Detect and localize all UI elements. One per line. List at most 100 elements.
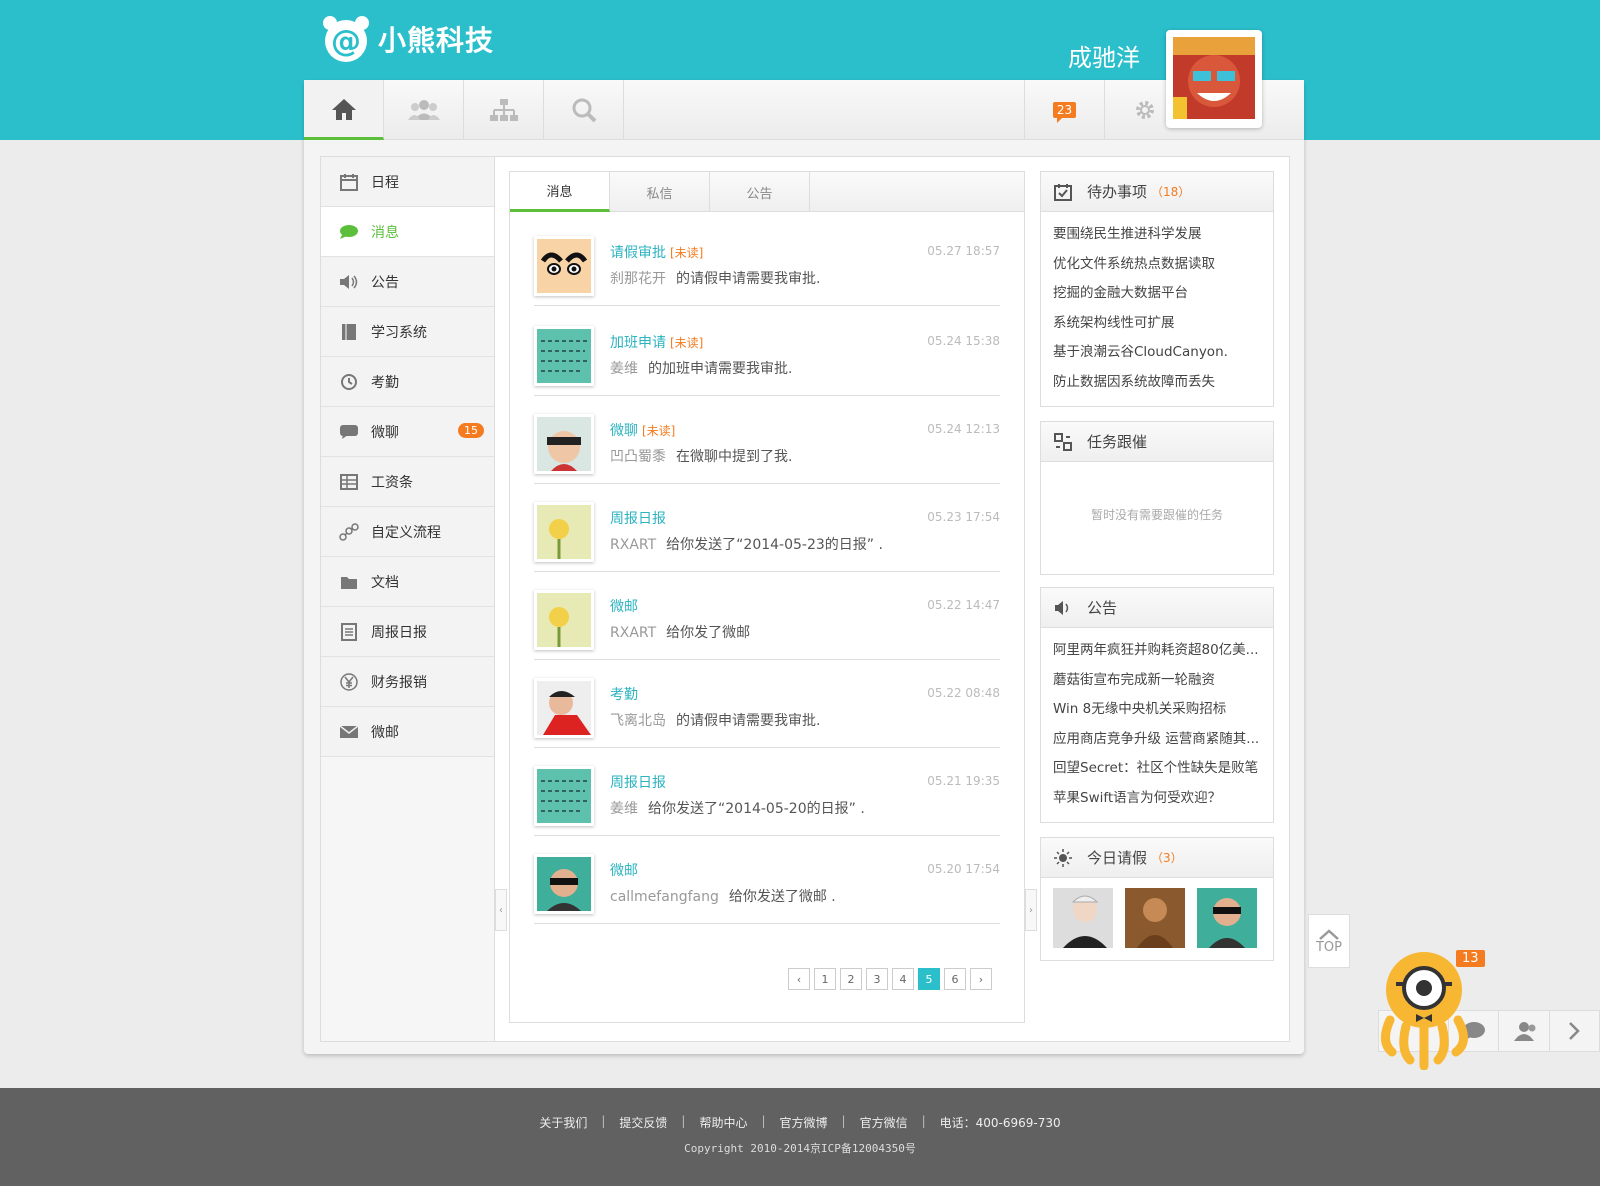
octopus-mascot[interactable] [1376, 950, 1476, 1071]
collapse-left-arrow[interactable]: ‹ [495, 889, 507, 931]
sidebar-item-attendance[interactable]: 考勤 [321, 357, 494, 407]
notice-item[interactable]: 回望Secret：社区个性缺失是败笔 [1053, 754, 1261, 784]
list-item[interactable]: 考勤 05.22 08:48 飞离北岛 的请假申请需要我审批. [534, 658, 1000, 748]
sidebar-item-notice[interactable]: 公告 [321, 257, 494, 307]
sidebar-item-workflow[interactable]: 自定义流程 [321, 507, 494, 557]
footer-link-feedback[interactable]: 提交反馈 [619, 1114, 667, 1131]
list-item[interactable]: 周报日报 05.21 19:35 姜维 给你发送了“2014-05-20的日报” … [534, 746, 1000, 836]
page-button[interactable]: 4 [892, 968, 914, 990]
message-title[interactable]: 微聊 [未读] [610, 420, 675, 440]
sidebar-item-documents[interactable]: 文档 [321, 557, 494, 607]
notice-item[interactable]: 阿里两年疯狂并购耗资超80亿美... [1053, 636, 1261, 666]
todo-item[interactable]: 挖掘的金融大数据平台 [1053, 279, 1261, 309]
list-item[interactable]: 周报日报 05.23 17:54 RXART 给你发送了“2014-05-23的日… [534, 482, 1000, 572]
message-title[interactable]: 考勤 [610, 684, 642, 704]
message-sender[interactable]: 凹凸蜀黍 [610, 449, 666, 465]
message-sender[interactable]: 飞离北岛 [610, 713, 666, 729]
footer-link-help[interactable]: 帮助中心 [699, 1114, 747, 1131]
notice-item[interactable]: 蘑菇街宣布完成新一轮融资 [1053, 666, 1261, 696]
footer-link-wechat[interactable]: 官方微信 [860, 1114, 908, 1131]
nav-people[interactable] [384, 80, 464, 140]
list-item[interactable]: 微邮 05.22 14:47 RXART 给你发了微邮 [534, 570, 1000, 660]
avatar[interactable] [1125, 888, 1185, 948]
sidebar-item-chat[interactable]: 微聊 15 [321, 407, 494, 457]
page-button[interactable]: 6 [944, 968, 966, 990]
message-sender[interactable]: 刹那花开 [610, 271, 666, 287]
sidebar-item-label: 工资条 [371, 474, 413, 491]
float-contacts-button[interactable] [1498, 1011, 1548, 1051]
message-feed: 消息 私信 公告 请假审批 [未读] 05.27 18:57 刹那花开 的请假申请需… [509, 171, 1025, 1023]
list-item[interactable]: 微邮 05.20 17:54 callmefangfang 给你发送了微邮 . [534, 834, 1000, 924]
brand-logo[interactable]: @ 小熊科技 [322, 14, 494, 64]
report-icon [339, 622, 359, 642]
sidebar-item-reports[interactable]: 周报日报 [321, 607, 494, 657]
message-title-text: 请假审批 [610, 245, 666, 261]
list-item[interactable]: 加班申请 [未读] 05.24 15:38 姜维 的加班申请需要我审批. [534, 306, 1000, 396]
sidebar-item-learning[interactable]: 学习系统 [321, 307, 494, 357]
sidebar-item-label: 公告 [371, 274, 399, 291]
collapse-right-arrow[interactable]: › [1025, 889, 1037, 931]
message-sender[interactable]: callmefangfang [610, 889, 719, 905]
sidebar-item-expense[interactable]: 财务报销 [321, 657, 494, 707]
message-time: 05.24 15:38 [927, 334, 1000, 348]
todo-title: 待办事项 [1087, 183, 1148, 201]
message-title[interactable]: 请假审批 [未读] [610, 242, 703, 262]
page-button[interactable]: 3 [866, 968, 888, 990]
message-time: 05.24 12:13 [927, 422, 1000, 436]
sidebar-item-schedule[interactable]: 日程 [321, 157, 494, 207]
sidebar-item-label: 日程 [371, 174, 399, 191]
todo-item[interactable]: 优化文件系统热点数据读取 [1053, 250, 1261, 280]
nav-home[interactable] [304, 80, 384, 140]
avatar[interactable] [1197, 888, 1257, 948]
back-to-top-button[interactable]: TOP [1308, 914, 1350, 968]
message-title[interactable]: 周报日报 [610, 508, 670, 528]
sidebar-item-label: 自定义流程 [371, 524, 441, 541]
nav-org[interactable] [464, 80, 544, 140]
search-icon [572, 98, 596, 123]
tab-messages[interactable]: 消息 [510, 172, 610, 212]
nav-search[interactable] [544, 80, 624, 140]
table-icon [339, 472, 359, 492]
todo-item[interactable]: 要围绕民生推进科学发展 [1053, 220, 1261, 250]
message-title[interactable]: 微邮 [610, 860, 642, 880]
copyright: Copyright 2010-2014京ICP备12004350号 [684, 1142, 916, 1155]
nav-messages[interactable]: 23 [1024, 80, 1104, 140]
avatar[interactable] [1053, 888, 1113, 948]
notice-item[interactable]: Win 8无缘中央机关采购招标 [1053, 695, 1261, 725]
message-body: 给你发了微邮 [666, 625, 751, 641]
avatar [534, 854, 594, 914]
tab-private[interactable]: 私信 [610, 172, 710, 212]
tab-notice[interactable]: 公告 [710, 172, 810, 212]
footer-link-weibo[interactable]: 官方微博 [780, 1114, 828, 1131]
todo-item[interactable]: 基于浪潮云谷CloudCanyon. [1053, 338, 1261, 368]
message-sender[interactable]: 姜维 [610, 801, 638, 817]
user-name[interactable]: 成驰洋 [1068, 38, 1140, 73]
page-button[interactable]: 2 [840, 968, 862, 990]
message-title[interactable]: 周报日报 [610, 772, 670, 792]
footer-link-about[interactable]: 关于我们 [539, 1114, 587, 1131]
sidebar-item-messages[interactable]: 消息 [321, 207, 494, 257]
page-button-current[interactable]: 5 [918, 968, 940, 990]
message-sender[interactable]: RXART [610, 625, 656, 641]
notice-item[interactable]: 应用商店竞争升级 运营商紧随其... [1053, 725, 1261, 755]
message-time: 05.22 14:47 [927, 598, 1000, 612]
list-item[interactable]: 请假审批 [未读] 05.27 18:57 刹那花开 的请假申请需要我审批. [534, 216, 1000, 306]
sidebar-item-label: 微邮 [371, 724, 399, 741]
message-sender[interactable]: 姜维 [610, 361, 638, 377]
todo-item[interactable]: 防止数据因系统故障而丢失 [1053, 368, 1261, 398]
next-page-button[interactable]: › [970, 968, 992, 990]
notice-item[interactable]: 苹果Swift语言为何受欢迎？ [1053, 784, 1261, 814]
message-title[interactable]: 加班申请 [未读] [610, 332, 703, 352]
list-item[interactable]: 微聊 [未读] 05.24 12:13 凹凸蜀黍 在微聊中提到了我. [534, 394, 1000, 484]
sidebar-item-payslip[interactable]: 工资条 [321, 457, 494, 507]
message-title[interactable]: 微邮 [610, 596, 642, 616]
prev-page-button[interactable]: ‹ [788, 968, 810, 990]
float-expand-button[interactable] [1548, 1011, 1599, 1051]
back-to-top-label: TOP [1315, 939, 1342, 955]
sidebar-item-mail[interactable]: 微邮 [321, 707, 494, 757]
page-button[interactable]: 1 [814, 968, 836, 990]
message-sender[interactable]: RXART [610, 537, 656, 553]
message-title-text: 加班申请 [610, 335, 666, 351]
user-avatar[interactable] [1166, 30, 1262, 128]
todo-item[interactable]: 系统架构线性可扩展 [1053, 309, 1261, 339]
